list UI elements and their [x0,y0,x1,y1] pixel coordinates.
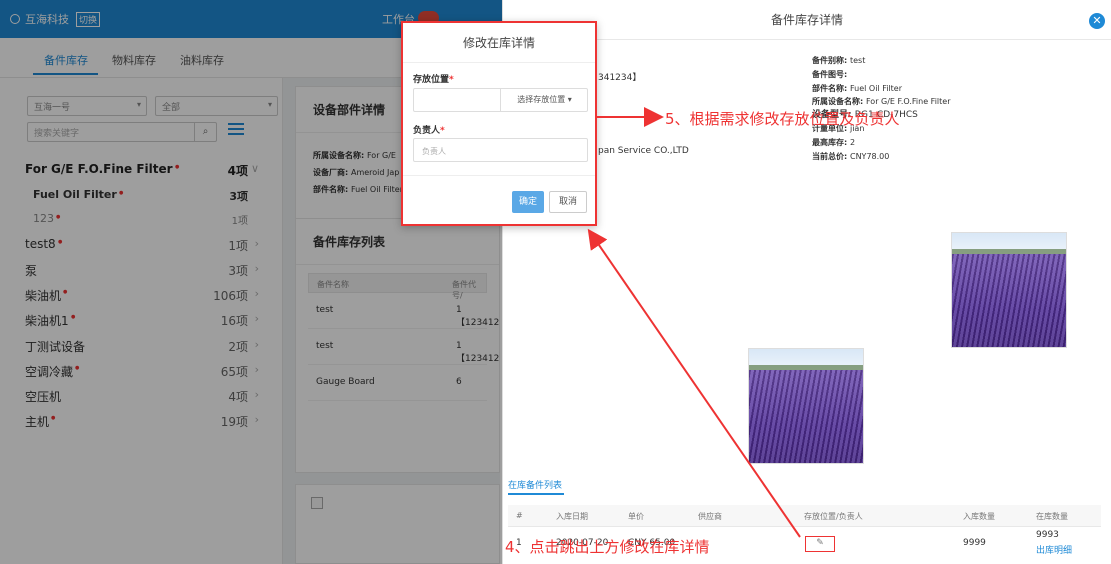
manufacturer-value: pan Service CO.,LTD [598,146,689,156]
part-name-line: 部件名称: Fuel Oil Filter [812,84,903,93]
alias-line: 备件别称: test [812,56,866,65]
row-stock-qty: 9993 [1036,530,1059,540]
annotation-step5: 5、根据需求修改存放位置及负责人 [665,110,900,128]
column-header: 入库日期 [556,512,588,521]
close-icon[interactable]: ✕ [1089,13,1105,29]
modal-title: 修改在库详情 [403,23,595,63]
edit-stock-modal: 修改在库详情 存放位置* 选择存放位置 ▾ 负责人* 负责人 确定 取消 [401,21,597,226]
annotation-step4: 4、点击跳出上方修改在库详情 [505,538,710,556]
drawing-no-line: 备件图号: [812,70,848,79]
column-header: 供应商 [698,512,722,521]
column-header: # [516,511,523,520]
owner-label: 负责人* [413,126,445,136]
location-label: 存放位置* [413,75,454,85]
equipment-name-line: 所属设备名称: For G/E F.O.Fine Filter [812,97,951,106]
edit-icon[interactable]: ✎ [805,536,835,552]
part-photo[interactable] [748,348,864,464]
divider [403,175,595,176]
outbound-detail-link[interactable]: 出库明细 [1036,543,1072,556]
part-photo[interactable] [951,232,1067,348]
location-select-button[interactable]: 选择存放位置 ▾ [500,88,588,112]
total-price-line: 当前总价: CNY78.00 [812,152,890,161]
cancel-button[interactable]: 取消 [549,191,587,213]
part-code-value: 341234】 [598,73,642,83]
confirm-button[interactable]: 确定 [512,191,544,213]
row-in-qty: 9999 [963,538,986,548]
active-tab-indicator [508,493,564,495]
column-header: 单价 [628,512,644,521]
owner-input[interactable]: 负责人 [413,138,588,162]
max-stock-line: 最高库存: 2 [812,138,856,147]
tab-in-stock-list[interactable]: 在库备件列表 [508,478,562,491]
column-header: 在库数量 [1036,512,1068,521]
column-header: 存放位置/负责人 [804,512,863,521]
in-stock-table-header: # 入库日期 单价 供应商 存放位置/负责人 入库数量 在库数量 [508,505,1101,527]
column-header: 入库数量 [963,512,995,521]
